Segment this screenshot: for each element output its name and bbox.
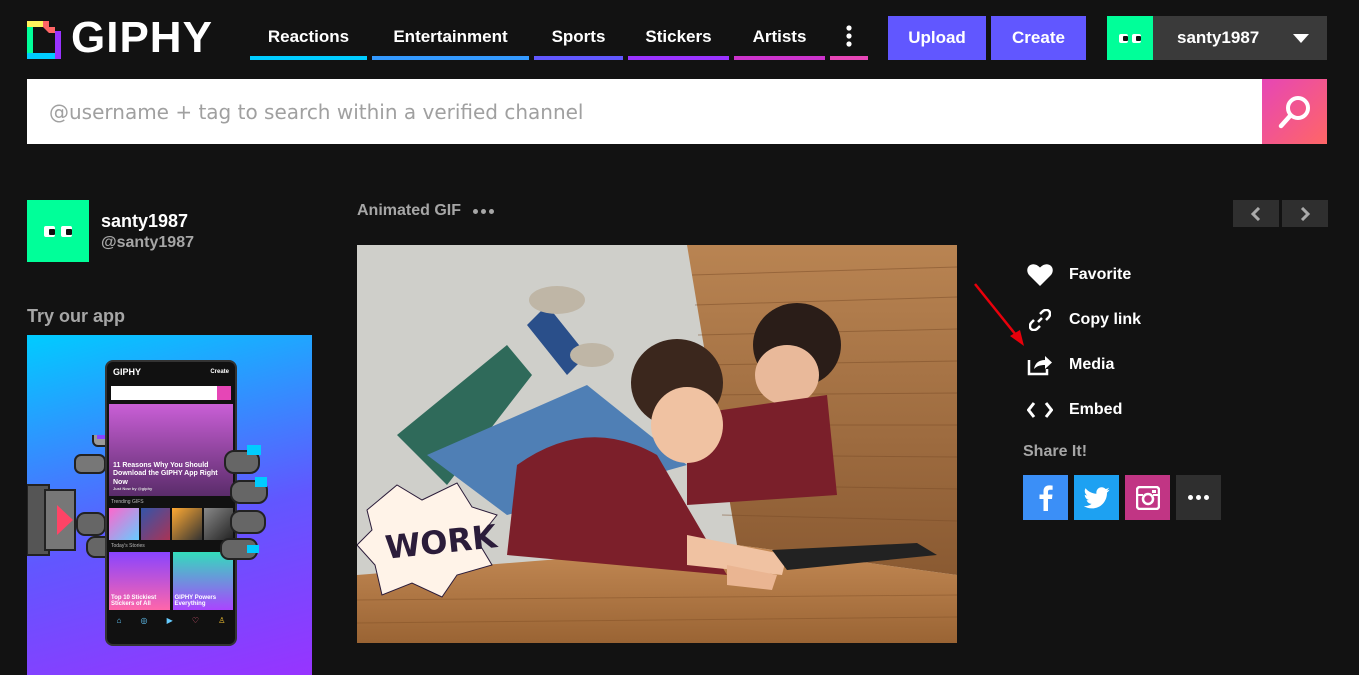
twitter-share-button[interactable] xyxy=(1074,475,1119,520)
heart-icon xyxy=(1026,263,1054,287)
more-icon xyxy=(1188,495,1209,500)
giphy-logo-icon xyxy=(27,21,61,59)
user-icon: ♙ xyxy=(218,616,226,625)
gif-actions: Favorite Copy link Media Embed xyxy=(1026,252,1141,432)
profile-name: santy1987 xyxy=(101,211,189,231)
instagram-share-button[interactable] xyxy=(1125,475,1170,520)
avatar-eye-icon xyxy=(44,225,55,237)
search-button[interactable] xyxy=(1262,79,1327,144)
gif-illustration xyxy=(357,245,957,643)
nav-entertainment[interactable]: Entertainment xyxy=(372,16,529,60)
chevron-right-icon xyxy=(1300,206,1311,221)
action-label: Media xyxy=(1069,355,1115,373)
code-icon xyxy=(1026,398,1054,422)
action-label: Embed xyxy=(1069,400,1123,418)
giphy-logo[interactable]: GIPHY xyxy=(27,16,213,60)
search-icon xyxy=(1278,95,1310,128)
explore-icon: ◎ xyxy=(140,616,148,625)
avatar xyxy=(27,200,89,262)
copy-link-button[interactable]: Copy link xyxy=(1026,297,1141,342)
main-nav: Reactions Entertainment Sports Stickers Arti… xyxy=(250,16,868,60)
action-label: Copy link xyxy=(1069,310,1142,328)
previous-gif-button[interactable] xyxy=(1233,200,1279,227)
action-label: Favorite xyxy=(1069,265,1132,283)
instagram-icon xyxy=(1135,485,1160,510)
gif-image[interactable]: WORK xyxy=(357,245,957,643)
nav-stickers[interactable]: Stickers xyxy=(628,16,729,60)
gif-type-text: Animated GIF xyxy=(357,202,462,219)
channel-profile[interactable]: santy1987 @santy1987 xyxy=(27,200,194,262)
nav-artists[interactable]: Artists xyxy=(734,16,825,60)
search-input[interactable] xyxy=(27,79,1262,144)
heart-icon: ♡ xyxy=(191,616,200,625)
nav-reactions[interactable]: Reactions xyxy=(250,16,367,60)
gif-type-label: Animated GIF xyxy=(357,202,495,220)
create-button[interactable]: Create xyxy=(991,16,1086,60)
nav-more-button[interactable] xyxy=(830,16,868,60)
gif-pager xyxy=(1233,200,1328,227)
phone-tabbar: ⌂ ◎ ▶ ♡ ♙ xyxy=(107,610,235,625)
try-app-heading: Try our app xyxy=(27,306,126,326)
media-button[interactable]: Media xyxy=(1026,342,1141,387)
facebook-icon xyxy=(1039,484,1053,511)
more-share-options-button[interactable] xyxy=(1176,475,1221,520)
play-icon: ▶ xyxy=(166,616,173,625)
phone-create: Create xyxy=(210,369,229,375)
share-row xyxy=(1023,475,1221,520)
phone-story: Top 10 Stickiest Stickers of All xyxy=(109,552,170,610)
avatar-eye-icon xyxy=(1119,33,1128,43)
phone-header: GIPHY Create xyxy=(107,362,235,382)
user-menu-name: santy1987 xyxy=(1177,28,1260,47)
twitter-icon xyxy=(1083,486,1110,508)
app-promo-banner[interactable]: GIPHY Create 11 Reasons Why You Should D… xyxy=(27,335,312,675)
phone-brand: GIPHY xyxy=(113,367,142,377)
next-gif-button[interactable] xyxy=(1282,200,1328,227)
chevron-down-icon xyxy=(1293,33,1309,43)
embed-button[interactable]: Embed xyxy=(1026,387,1141,432)
home-icon: ⌂ xyxy=(116,616,122,625)
logo-text: GIPHY xyxy=(71,13,213,62)
favorite-button[interactable]: Favorite xyxy=(1026,252,1141,297)
annotation-arrow-icon xyxy=(974,283,1024,346)
search-bar xyxy=(27,79,1327,144)
more-options-icon[interactable] xyxy=(473,208,495,214)
share-out-icon xyxy=(1026,353,1054,377)
avatar xyxy=(1107,16,1153,60)
robot-hand-right-icon xyxy=(220,445,268,560)
nav-sports[interactable]: Sports xyxy=(534,16,623,60)
facebook-share-button[interactable] xyxy=(1023,475,1068,520)
chevron-left-icon xyxy=(1250,206,1261,221)
avatar-eye-icon xyxy=(1132,33,1141,43)
user-menu[interactable]: santy1987 xyxy=(1107,16,1327,60)
upload-button[interactable]: Upload xyxy=(888,16,986,60)
avatar-eye-icon xyxy=(61,225,72,237)
link-icon xyxy=(1026,308,1054,332)
profile-handle: @santy1987 xyxy=(101,234,194,251)
vertical-dots-icon xyxy=(846,25,852,47)
share-title: Share It! xyxy=(1023,443,1088,460)
phone-search xyxy=(111,386,231,400)
